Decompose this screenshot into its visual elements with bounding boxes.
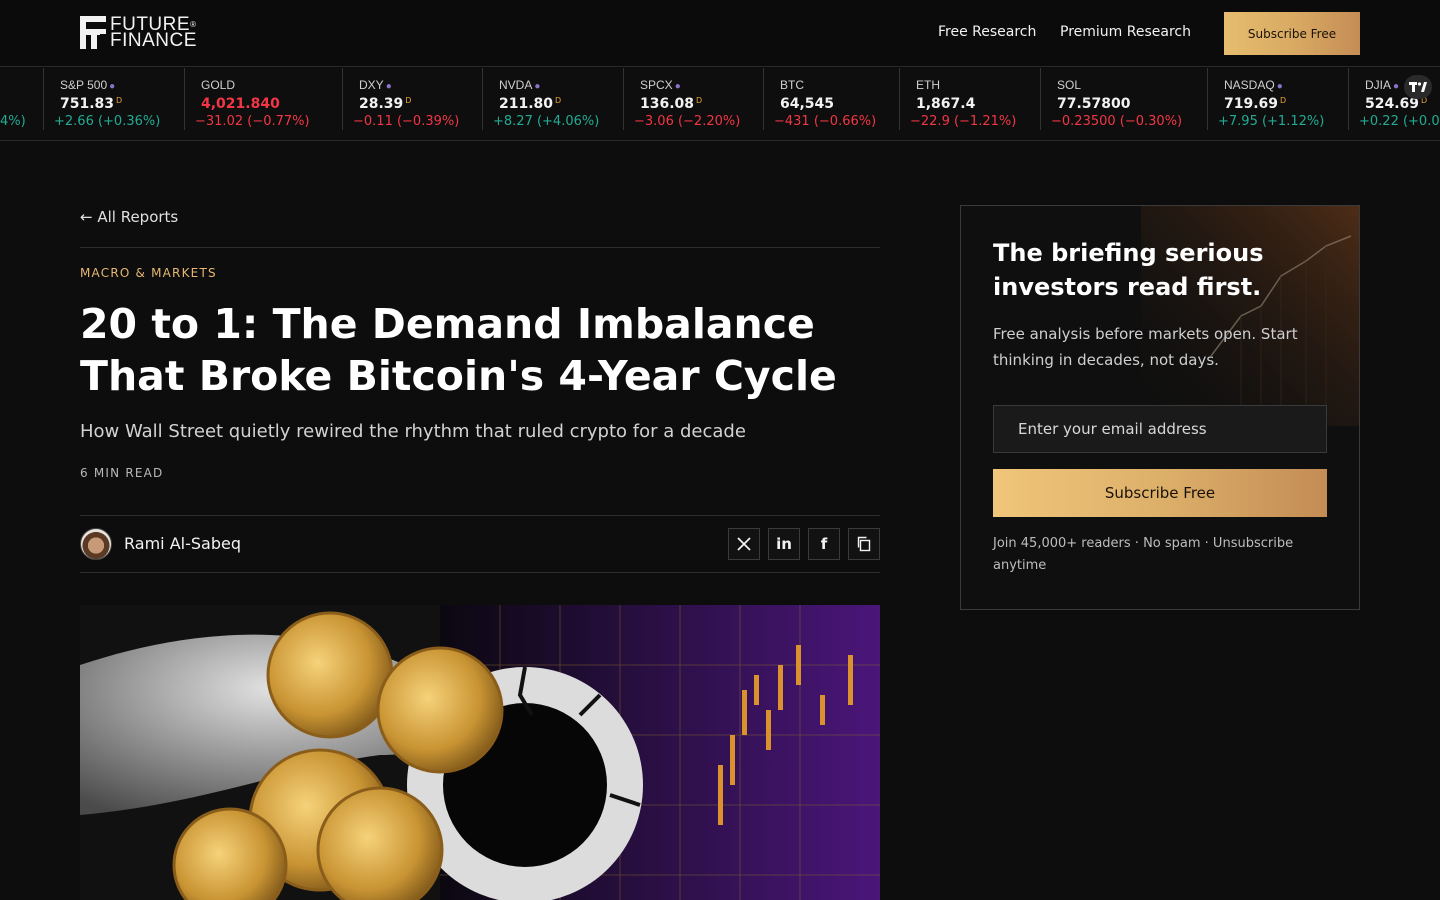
ticker-item[interactable]: S&P 500 ● 751.83 D +2.66 (+0.36%) (43, 68, 184, 130)
share-linkedin-button[interactable]: in (768, 528, 800, 560)
article-subtitle: How Wall Street quietly rewired the rhyt… (80, 421, 746, 442)
divider (80, 572, 880, 573)
nav-free-research[interactable]: Free Research (938, 24, 1036, 40)
read-time: 6 MIN READ (80, 466, 164, 480)
nav-premium-research[interactable]: Premium Research (1060, 24, 1191, 40)
ticker-symbol: DXY (359, 78, 384, 92)
brand-logo[interactable]: FUTURE® FINANCE (80, 15, 197, 51)
ticker-price: 64,545 (780, 96, 835, 112)
linkedin-icon: in (776, 535, 792, 553)
newsletter-signup-card: The briefing serious investors read firs… (960, 205, 1360, 610)
brand-wordmark: FUTURE® FINANCE (110, 15, 197, 51)
ticker-item[interactable]: NVDA ● 211.80 D +8.27 (+4.06%) (482, 68, 623, 130)
ticker-change: 4%) (0, 114, 26, 129)
ticker-price: 28.39 (359, 96, 404, 112)
ticker-symbol: BTC (780, 78, 804, 92)
ticker-price: 211.80 (499, 96, 554, 112)
x-icon (737, 537, 751, 551)
nav-subscribe-button[interactable]: Subscribe Free (1224, 12, 1360, 55)
ticker-item[interactable]: SPCX ● 136.08 D −3.06 (−2.20%) (623, 68, 763, 130)
article-title: 20 to 1: The Demand Imbalance That Broke… (80, 300, 837, 400)
brand-line2: FINANCE (110, 29, 197, 51)
ticker-change: −3.06 (−2.20%) (634, 114, 741, 129)
author-avatar[interactable] (80, 528, 112, 560)
email-input[interactable] (993, 405, 1327, 453)
ticker-price: 4,021.840 (201, 96, 280, 112)
ticker-symbol: ETH (916, 78, 940, 92)
ticker-change: +0.22 (+0.0 (1359, 114, 1440, 129)
ticker-change: −0.11 (−0.39%) (353, 114, 460, 129)
ticker-symbol: S&P 500 (60, 78, 108, 92)
ticker-change: +7.95 (+1.12%) (1218, 114, 1325, 129)
divider (80, 515, 880, 516)
ticker-price: 136.08 (640, 96, 695, 112)
ticker-change: +8.27 (+4.06%) (493, 114, 600, 129)
ticker-price: 524.69 (1365, 96, 1420, 112)
market-ticker: 4%) S&P 500 ● 751.83 D +2.66 (+0.36%) GOLD… (0, 68, 1440, 141)
ticker-change: −0.23500 (−0.30%) (1051, 114, 1183, 129)
signup-subscribe-button[interactable]: Subscribe Free (993, 469, 1327, 517)
ticker-symbol: GOLD (201, 78, 236, 92)
ticker-flag: D (405, 96, 412, 105)
share-x-button[interactable] (728, 528, 760, 560)
author-name[interactable]: Rami Al-Sabeq (124, 534, 241, 553)
ticker-price: 751.83 (60, 96, 115, 112)
logo-mark-icon (80, 16, 106, 49)
ticker-price: 1,867.4 (916, 96, 976, 112)
copy-icon (857, 536, 871, 552)
divider (80, 247, 880, 248)
ticker-price: 77.57800 (1057, 96, 1131, 112)
ticker-symbol: SOL (1057, 78, 1082, 92)
ticker-symbol: NASDAQ (1224, 78, 1275, 92)
ticker-flag: D (555, 96, 562, 105)
copy-link-button[interactable] (848, 528, 880, 560)
top-navigation: FUTURE® FINANCE Free Research Premium Re… (0, 0, 1440, 67)
tradingview-icon[interactable] (1404, 75, 1432, 99)
hero-illustration (80, 605, 880, 900)
article-category[interactable]: MACRO & MARKETS (80, 266, 217, 280)
brand-reg: ® (190, 19, 197, 29)
tradingview-logo (1409, 82, 1427, 92)
ticker-price: 719.69 (1224, 96, 1279, 112)
ticker-item[interactable]: SOL 77.57800 −0.23500 (−0.30%) (1040, 68, 1207, 130)
ticker-change: −22.9 (−1.21%) (910, 114, 1017, 129)
signup-description: Free analysis before markets open. Start… (993, 325, 1298, 369)
hero-image (80, 605, 880, 900)
ticker-flag: D (1280, 96, 1287, 105)
ticker-change: +2.66 (+0.36%) (54, 114, 161, 129)
share-facebook-button[interactable]: f (808, 528, 840, 560)
ticker-change: −431 (−0.66%) (774, 114, 877, 129)
ticker-item[interactable]: DXY ● 28.39 D −0.11 (−0.39%) (342, 68, 482, 130)
signup-note: Join 45,000+ readers · No spam · Unsubsc… (993, 536, 1294, 573)
back-to-reports-link[interactable]: ← All Reports (80, 208, 178, 226)
signup-title: The briefing serious investors read firs… (993, 239, 1264, 301)
ticker-item[interactable]: NASDAQ ● 719.69 D +7.95 (+1.12%) (1207, 68, 1348, 130)
ticker-item[interactable]: ETH 1,867.4 −22.9 (−1.21%) (899, 68, 1040, 130)
ticker-symbol: NVDA (499, 78, 533, 92)
facebook-icon: f (820, 535, 828, 553)
ticker-symbol: DJIA (1365, 78, 1392, 92)
ticker-item[interactable]: GOLD 4,021.840 −31.02 (−0.77%) (184, 68, 342, 130)
ticker-flag: D (116, 96, 123, 105)
ticker-change: −31.02 (−0.77%) (195, 114, 310, 129)
ticker-item[interactable]: BTC 64,545 −431 (−0.66%) (763, 68, 899, 130)
ticker-symbol: SPCX (640, 78, 673, 92)
ticker-flag: D (696, 96, 703, 105)
